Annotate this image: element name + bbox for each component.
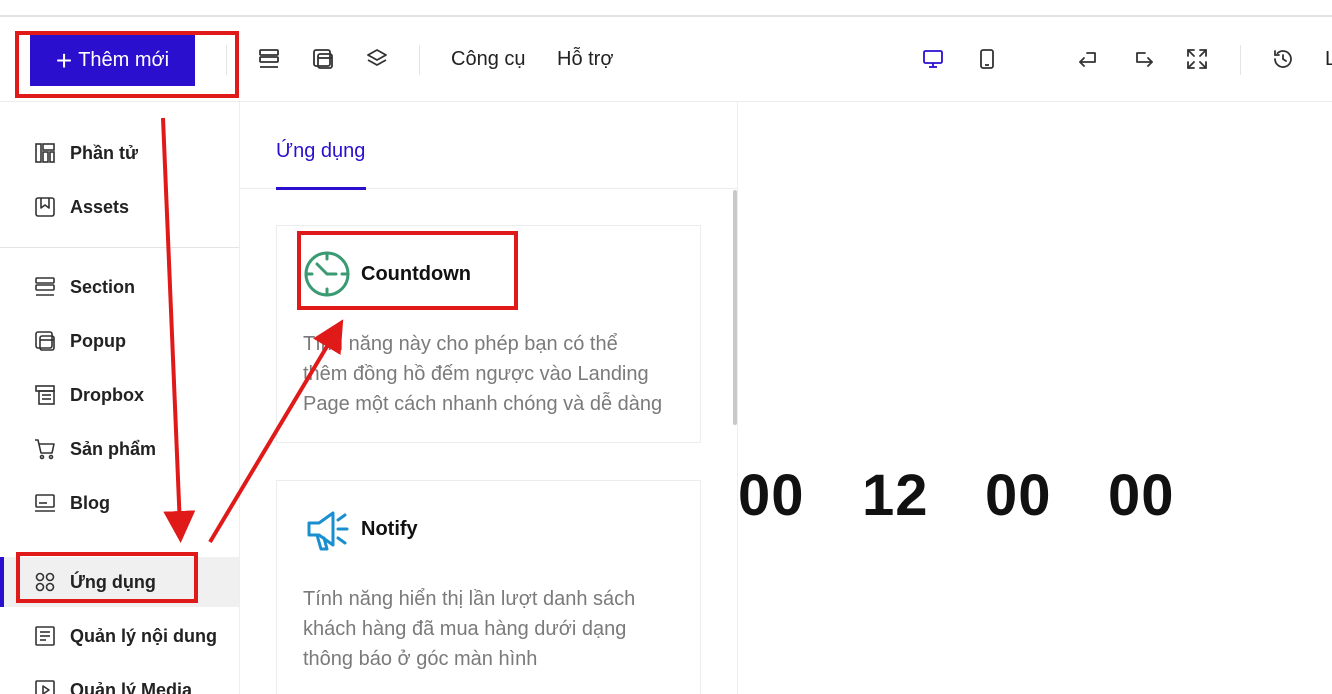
sidebar-item-products[interactable]: Sản phẩm (0, 424, 239, 474)
annotation-highlight (297, 231, 518, 310)
popup-icon (35, 331, 55, 351)
fullscreen-icon[interactable] (1184, 46, 1210, 72)
sidebar-item-assets[interactable]: Assets (0, 182, 239, 232)
panel-scrollbar[interactable] (733, 190, 737, 425)
menu-tools[interactable]: Công cụ (451, 48, 526, 71)
sidebar-item-popup[interactable]: Popup (0, 316, 239, 366)
assets-icon (35, 197, 55, 217)
browser-edge (0, 0, 1332, 17)
media-icon (35, 680, 55, 694)
sidebar-item-label: Phần tử (70, 142, 139, 163)
partial-menu-text: L (1325, 48, 1332, 70)
tab-apps[interactable]: Ứng dụng (276, 140, 365, 163)
sidebar-item-content-management[interactable]: Quản lý nội dung (0, 611, 239, 661)
sidebar-item-dropbox[interactable]: Dropbox (0, 370, 239, 420)
sidebar-item-label: Quản lý Media (70, 679, 193, 694)
annotation-highlight (16, 552, 198, 603)
elements-icon (35, 143, 55, 163)
dropbox-icon (35, 385, 55, 405)
card-desc-line: Tính năng hiển thị lần lượt danh sách (303, 588, 636, 610)
menu-support[interactable]: Hỗ trợ (557, 48, 613, 71)
editor-canvas[interactable]: 00 12 00 00 (738, 102, 1332, 694)
card-title: Notify (361, 517, 418, 540)
card-desc-line: Page một cách nhanh chóng và dễ dàng (303, 393, 663, 415)
popup-icon[interactable] (310, 46, 336, 72)
sidebar-item-label: Sản phẩm (70, 438, 157, 459)
history-icon[interactable] (1270, 46, 1296, 72)
countdown-digit: 00 (985, 463, 1052, 528)
apps-panel: Ứng dụng Countdown Tính năng này cho phé… (240, 102, 738, 694)
cart-icon (35, 439, 55, 460)
card-description: Tính năng hiển thị lần lượt danh sách kh… (303, 584, 693, 674)
card-desc-line: thêm đồng hồ đếm ngược vào Landing (303, 363, 649, 385)
sidebar-divider (0, 247, 239, 248)
left-sidebar: Phần tử Assets Section Popup Dropbox Sản… (0, 102, 240, 694)
app-card-notify[interactable]: Notify Tính năng hiển thị lần lượt danh … (276, 480, 701, 694)
sidebar-item-label: Blog (70, 492, 110, 513)
active-tab-indicator (276, 187, 366, 190)
countdown-digit: 00 (738, 463, 805, 528)
desktop-view-icon[interactable] (920, 46, 946, 72)
annotation-highlight (15, 31, 239, 98)
sidebar-item-elements[interactable]: Phần tử (0, 128, 239, 178)
card-description: Tính năng này cho phép bạn có thể thêm đ… (303, 329, 693, 419)
sections-icon[interactable] (256, 46, 282, 72)
toolbar-divider (1240, 45, 1241, 75)
blog-icon (35, 494, 55, 512)
sidebar-item-blog[interactable]: Blog (0, 478, 239, 528)
sidebar-item-label: Quản lý nội dung (70, 625, 217, 646)
card-desc-line: thông báo ở góc màn hình (303, 648, 538, 670)
mobile-view-icon[interactable] (974, 46, 1000, 72)
sidebar-item-media-management[interactable]: Quản lý Media (0, 665, 239, 694)
sidebar-item-label: Popup (70, 330, 126, 351)
section-icon (35, 277, 55, 296)
card-desc-line: Tính năng này cho phép bạn có thể (303, 333, 618, 355)
sidebar-item-label: Section (70, 276, 136, 297)
sidebar-item-label: Dropbox (70, 384, 144, 405)
megaphone-icon (307, 511, 349, 551)
card-header: Notify (303, 505, 418, 553)
countdown-digit: 00 (1108, 463, 1175, 528)
redo-icon[interactable] (1130, 46, 1156, 72)
card-desc-line: khách hàng đã mua hàng dưới dạng (303, 618, 627, 640)
countdown-digit: 12 (862, 463, 929, 528)
undo-icon[interactable] (1076, 46, 1102, 72)
sidebar-item-label: Assets (70, 196, 130, 217)
layers-icon[interactable] (364, 46, 390, 72)
content-icon (35, 626, 55, 646)
toolbar-divider (419, 45, 420, 75)
sidebar-item-section[interactable]: Section (0, 262, 239, 312)
